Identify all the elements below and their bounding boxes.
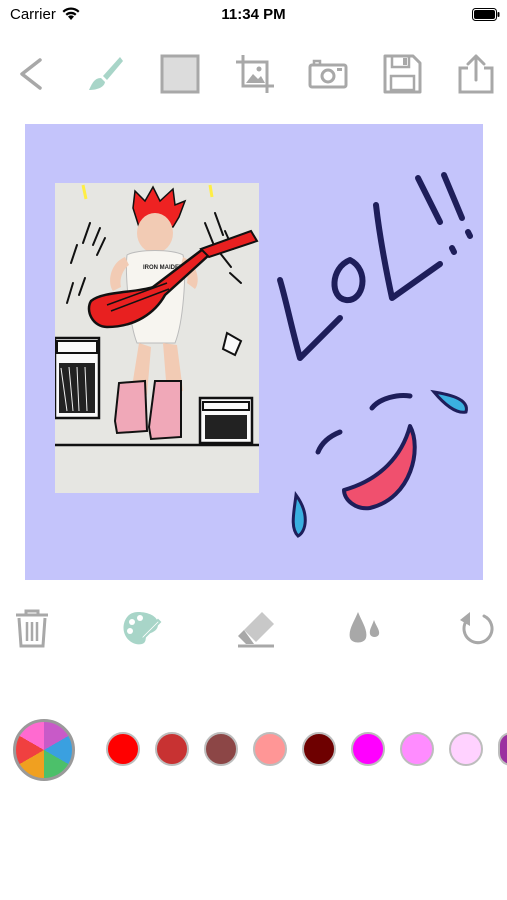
color-swatch[interactable]: [400, 732, 434, 766]
background-button[interactable]: [158, 52, 202, 96]
color-swatch[interactable]: [498, 732, 507, 766]
status-time: 11:34 PM: [221, 6, 286, 23]
baby-photo-art: IRON MAIDEN: [55, 183, 259, 493]
back-chevron-icon: [20, 58, 42, 90]
palette-icon: [123, 612, 162, 645]
camera-button[interactable]: [306, 52, 350, 96]
crop-button[interactable]: [233, 52, 277, 96]
palette-button[interactable]: [118, 606, 162, 650]
battery-icon: [472, 8, 500, 21]
color-swatch[interactable]: [302, 732, 336, 766]
eraser-icon: [238, 612, 274, 648]
color-swatch[interactable]: [106, 732, 140, 766]
share-button[interactable]: [454, 52, 498, 96]
share-icon: [458, 54, 494, 94]
save-button[interactable]: [380, 52, 424, 96]
opacity-drops-icon: [349, 612, 380, 643]
save-floppy-icon: [383, 54, 422, 94]
baby-photo: IRON MAIDEN: [55, 183, 259, 493]
opacity-button[interactable]: [342, 606, 386, 650]
camera-icon: [308, 59, 348, 89]
undo-icon: [460, 612, 494, 645]
color-swatch[interactable]: [253, 732, 287, 766]
color-swatch[interactable]: [204, 732, 238, 766]
eraser-button[interactable]: [234, 606, 278, 650]
color-swatch[interactable]: [449, 732, 483, 766]
color-swatch[interactable]: [155, 732, 189, 766]
brush-icon: [89, 57, 123, 90]
crop-image-icon: [236, 55, 274, 93]
brush-button[interactable]: [84, 52, 128, 96]
background-square-icon: [160, 54, 200, 94]
color-swatch[interactable]: [351, 732, 385, 766]
color-wheel-button[interactable]: [13, 719, 75, 781]
status-bar: Carrier 11:34 PM: [0, 0, 507, 30]
trash-icon: [16, 609, 48, 648]
back-button[interactable]: [9, 52, 53, 96]
undo-button[interactable]: [454, 606, 498, 650]
delete-button[interactable]: [10, 606, 54, 650]
